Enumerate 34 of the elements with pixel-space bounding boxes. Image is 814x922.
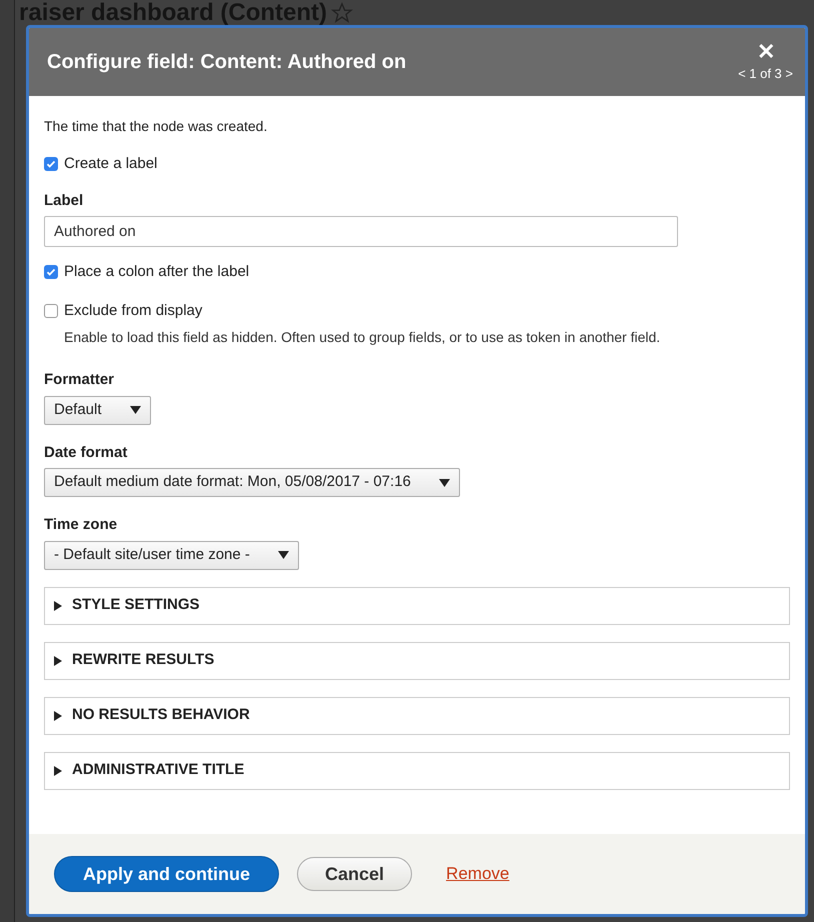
- disclosure-triangle-icon: [54, 600, 64, 610]
- disclosure-triangle-icon: [54, 656, 64, 666]
- star-icon[interactable]: [331, 2, 354, 24]
- cancel-button[interactable]: Cancel: [297, 857, 412, 891]
- checkbox[interactable]: [44, 304, 58, 318]
- field-label: Formatter: [44, 370, 116, 390]
- checkbox-label[interactable]: Create a label: [64, 153, 158, 176]
- checkbox-label[interactable]: Exclude from display: [64, 300, 202, 322]
- dialog-title: Configure field: Content: Authored on: [47, 50, 406, 75]
- checkbox[interactable]: [44, 265, 58, 280]
- checkbox-label[interactable]: Place a colon after the label: [64, 261, 250, 284]
- select-dropdown[interactable]: Default: [44, 396, 151, 424]
- collapsible-section[interactable]: REWRITE RESULTS: [44, 642, 790, 680]
- caret-icon: [130, 406, 141, 414]
- disclosure-triangle-icon: [54, 766, 64, 776]
- collapsible-section[interactable]: STYLE SETTINGS: [44, 586, 790, 624]
- select-dropdown[interactable]: Default medium date format: Mon, 05/08/2017 - 07:16: [44, 468, 460, 497]
- select-dropdown[interactable]: - Default site/user time zone -: [44, 540, 299, 570]
- apply-button[interactable]: Apply and continue: [54, 856, 280, 892]
- checkbox[interactable]: [44, 157, 58, 172]
- remove-link[interactable]: Remove: [446, 861, 510, 887]
- field-label: Time zone: [44, 515, 118, 535]
- field-label: Label: [44, 190, 84, 210]
- collapsible-section[interactable]: ADMINISTRATIVE TITLE: [44, 752, 790, 790]
- description-text: The time that the node was created.: [44, 117, 268, 136]
- disclosure-triangle-icon: [54, 710, 64, 720]
- pager[interactable]: < 1 of 3 >: [738, 64, 793, 84]
- help-text: Enable to load this field as hidden. Often used to group fields, or to use as token in another field.: [63, 328, 662, 347]
- close-button[interactable]: ✕: [757, 40, 787, 64]
- caret-icon: [278, 551, 289, 559]
- caret-icon: [438, 478, 450, 486]
- field-label: Date format: [44, 442, 128, 462]
- label-field[interactable]: Authored on: [44, 216, 678, 247]
- collapsible-section[interactable]: NO RESULTS BEHAVIOR: [44, 696, 790, 734]
